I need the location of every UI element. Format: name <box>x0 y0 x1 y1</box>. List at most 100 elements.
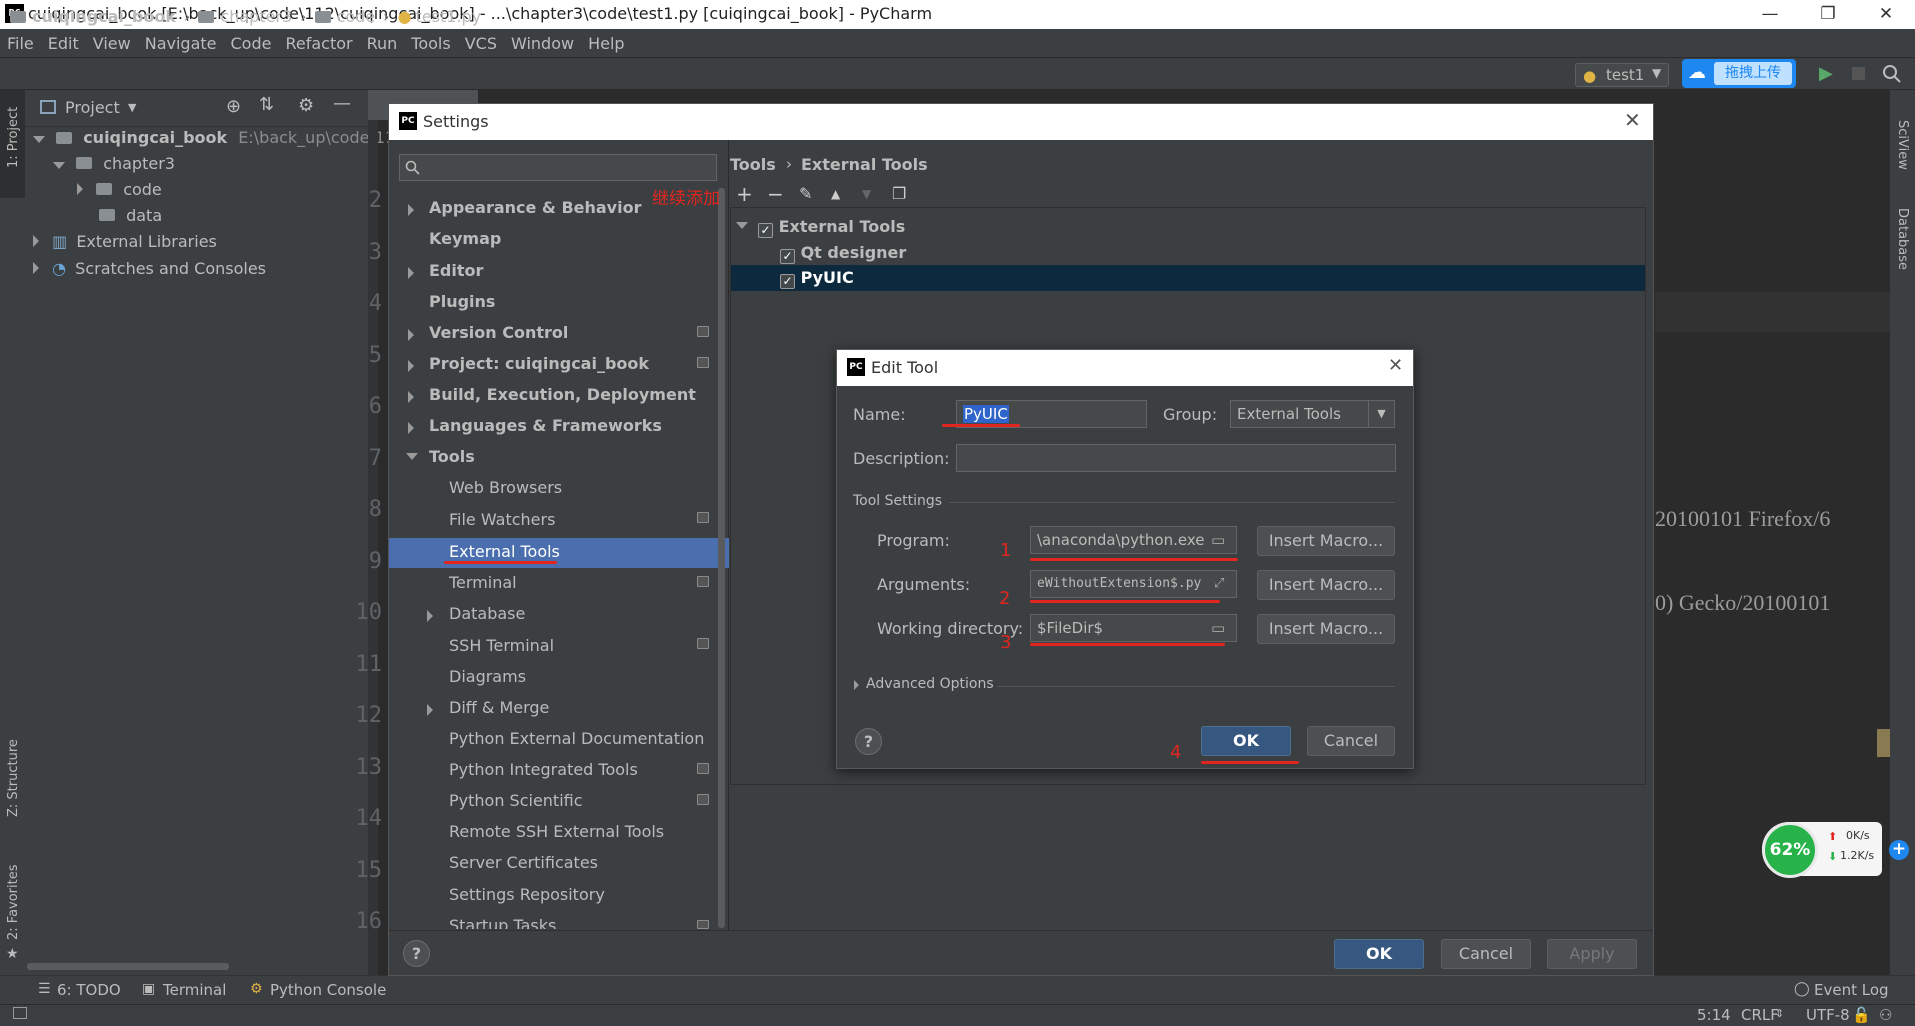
menu-file[interactable]: File <box>7 34 34 53</box>
sciview-tab[interactable]: SciView <box>1895 120 1910 170</box>
program-input[interactable]: \anaconda\python.exe ▭ <box>1030 526 1237 554</box>
event-log-tab[interactable]: Event Log <box>1814 981 1889 999</box>
tree-scrollbar[interactable] <box>718 188 725 928</box>
menu-navigate[interactable]: Navigate <box>145 34 217 53</box>
folder-icon[interactable]: ▭ <box>1211 615 1225 641</box>
settings-item-plugins[interactable]: Plugins <box>429 292 495 311</box>
python-console-tab[interactable]: Python Console <box>270 981 386 999</box>
search-icon[interactable] <box>1882 64 1902 84</box>
group-select[interactable]: External Tools ▼ <box>1230 400 1395 428</box>
gear-icon[interactable]: ⚙ <box>298 95 314 116</box>
tool-pyuic[interactable]: ✓ PyUIC <box>780 268 854 289</box>
tool-qt-designer[interactable]: ✓ Qt designer <box>780 243 906 264</box>
menu-code[interactable]: Code <box>231 34 272 53</box>
settings-item-web-browsers[interactable]: Web Browsers <box>449 478 562 497</box>
baidu-upload-widget[interactable]: ☁ 拖拽上传 <box>1682 59 1796 88</box>
memory-gauge[interactable]: 62% <box>1762 822 1818 878</box>
expand-icon[interactable]: ⤢ <box>1214 571 1224 597</box>
breadcrumb-chapter3[interactable]: chapter3 <box>220 7 292 26</box>
encoding[interactable]: UTF-8 <box>1806 1006 1850 1024</box>
advanced-options-toggle[interactable]: Advanced Options <box>866 676 994 692</box>
close-window-button[interactable]: ✕ <box>1862 2 1910 26</box>
expand-arrow-icon[interactable] <box>408 329 414 341</box>
settings-ok-button[interactable]: OK <box>1334 939 1424 969</box>
close-icon[interactable]: ✕ <box>1388 355 1403 376</box>
settings-item-database[interactable]: Database <box>449 604 525 623</box>
expand-arrow-icon[interactable] <box>427 610 433 622</box>
settings-item-diff-merge[interactable]: Diff & Merge <box>449 698 549 717</box>
help-button[interactable]: ? <box>403 940 430 967</box>
menu-tools[interactable]: Tools <box>411 34 450 53</box>
collapse-arrow-icon[interactable] <box>736 222 748 229</box>
settings-item-startup-tasks[interactable]: Startup Tasks <box>449 916 556 929</box>
chevron-down-icon[interactable]: ▼ <box>128 101 136 114</box>
settings-search-input[interactable] <box>399 154 717 181</box>
settings-item-languages[interactable]: Languages & Frameworks <box>429 416 662 435</box>
settings-item-file-watchers[interactable]: File Watchers <box>449 510 555 529</box>
menu-edit[interactable]: Edit <box>48 34 79 53</box>
menu-refactor[interactable]: Refactor <box>285 34 352 53</box>
tree-item-data[interactable]: data <box>99 206 162 225</box>
checkbox[interactable]: ✓ <box>780 249 795 264</box>
tree-item-code[interactable]: code <box>77 180 162 199</box>
database-tab[interactable]: Database <box>1895 208 1910 270</box>
edit-tool-ok-button[interactable]: OK <box>1201 726 1291 756</box>
expand-arrow-icon[interactable] <box>427 704 433 716</box>
menu-window[interactable]: Window <box>511 34 574 53</box>
settings-item-build[interactable]: Build, Execution, Deployment <box>429 385 696 404</box>
settings-item-ssh-terminal[interactable]: SSH Terminal <box>449 636 554 655</box>
menu-vcs[interactable]: VCS <box>465 34 497 53</box>
remove-icon[interactable]: − <box>767 182 784 206</box>
settings-item-diagrams[interactable]: Diagrams <box>449 667 526 686</box>
locate-icon[interactable]: ⊕ <box>226 96 241 117</box>
layout-icon[interactable] <box>13 1007 27 1019</box>
copy-icon[interactable]: ❐ <box>892 184 906 203</box>
settings-item-settings-repository[interactable]: Settings Repository <box>449 885 605 904</box>
breadcrumb-tools[interactable]: Tools <box>730 155 776 174</box>
menu-view[interactable]: View <box>93 34 131 53</box>
stop-icon[interactable] <box>1852 67 1865 80</box>
tree-item-scratches[interactable]: ◔ Scratches and Consoles <box>33 259 266 278</box>
checkbox[interactable]: ✓ <box>780 274 795 289</box>
settings-item-appearance[interactable]: Appearance & Behavior <box>429 198 641 217</box>
lock-icon[interactable]: 🔓 <box>1852 1006 1871 1024</box>
working-directory-input[interactable]: $FileDir$ ▭ <box>1030 614 1237 642</box>
edit-tool-cancel-button[interactable]: Cancel <box>1307 726 1395 756</box>
insert-macro-workdir-button[interactable]: Insert Macro... <box>1257 614 1395 644</box>
menu-run[interactable]: Run <box>367 34 398 53</box>
horizontal-scrollbar[interactable] <box>27 963 229 970</box>
favorites-tab[interactable]: 2: Favorites <box>6 864 21 940</box>
folder-icon[interactable]: ▭ <box>1211 527 1225 553</box>
edit-icon[interactable]: ✎ <box>799 184 812 203</box>
expand-arrow-icon[interactable] <box>408 422 414 434</box>
description-input[interactable] <box>956 444 1396 472</box>
expand-arrow-icon[interactable] <box>854 680 859 690</box>
menu-help[interactable]: Help <box>588 34 624 53</box>
line-separator[interactable]: CRLF <box>1741 1006 1779 1024</box>
move-up-icon[interactable]: ▲ <box>831 187 840 201</box>
restore-button[interactable]: ❐ <box>1804 2 1852 26</box>
close-icon[interactable]: ✕ <box>1624 108 1641 132</box>
project-tab[interactable]: 1: Project <box>6 107 21 168</box>
structure-tab[interactable]: Z: Structure <box>6 739 21 817</box>
settings-item-python-ext-doc[interactable]: Python External Documentation <box>449 729 704 748</box>
expand-arrow-icon[interactable] <box>408 204 414 216</box>
expand-arrow-icon[interactable] <box>408 360 414 372</box>
project-view-label[interactable]: Project <box>65 98 120 117</box>
todo-tab[interactable]: 6: TODO <box>57 981 121 999</box>
settings-item-python-integrated[interactable]: Python Integrated Tools <box>449 760 638 779</box>
collapse-arrow-icon[interactable] <box>406 453 418 460</box>
breadcrumb-code[interactable]: code <box>337 7 376 26</box>
settings-item-project[interactable]: Project: cuiqingcai_book <box>429 354 649 373</box>
settings-item-version-control[interactable]: Version Control <box>429 323 568 342</box>
settings-item-tools[interactable]: Tools <box>429 447 475 466</box>
settings-item-python-scientific[interactable]: Python Scientific <box>449 791 583 810</box>
breadcrumb-file[interactable]: test1.py <box>416 7 482 26</box>
tree-item-external-libraries[interactable]: ▥ External Libraries <box>33 232 217 251</box>
collapse-icon[interactable]: ⇅ <box>259 94 274 115</box>
tree-item-root[interactable]: cuiqingcai_book E:\back_up\code\112 <box>33 128 405 147</box>
tool-group-external-tools[interactable]: ✓ External Tools <box>758 217 905 238</box>
caret-position[interactable]: 5:14 <box>1697 1006 1731 1024</box>
settings-item-keymap[interactable]: Keymap <box>429 229 501 248</box>
add-icon[interactable]: + <box>736 182 753 206</box>
